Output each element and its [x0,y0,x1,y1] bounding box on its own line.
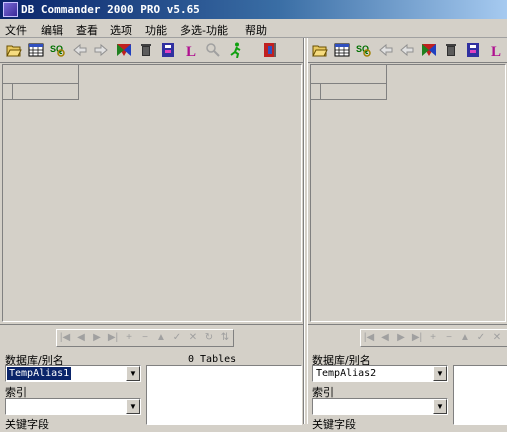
arrow-right-icon[interactable] [93,42,109,58]
nav-edit-icon[interactable]: ▲ [153,330,169,346]
nav-insert-icon[interactable]: + [425,330,441,346]
nav-last-icon[interactable]: ▶| [105,330,121,346]
left-toolbar: SQ L [0,38,303,63]
right-pane: SQ L |◀ ◀ ▶ ▶| + − ▲ ✓ ✕ 数据库/别名 TempAlias2 ▼ 索引 … [307,38,507,431]
svg-text:L: L [186,44,196,58]
table-grid-icon[interactable] [28,42,44,58]
nav-edit-icon[interactable]: ▲ [457,330,473,346]
arrow-left-icon[interactable] [378,42,394,58]
trash-icon[interactable] [443,42,459,58]
svg-text:L: L [491,44,501,58]
index-select[interactable]: ▼ [312,398,448,415]
nav-delete-icon[interactable]: − [441,330,457,346]
tables-list[interactable] [453,365,507,425]
nav-first-icon[interactable]: |◀ [57,330,73,346]
svg-text:SQ: SQ [356,44,369,54]
nav-cancel-icon[interactable]: ✕ [185,330,201,346]
nav-refresh-icon[interactable]: ↻ [201,330,217,346]
nav-prior-icon[interactable]: ◀ [377,330,393,346]
sql-query-icon[interactable]: SQ [50,42,66,58]
letter-l-icon[interactable]: L [488,42,504,60]
run-icon[interactable] [228,42,244,59]
key-field-label: 关键字段 [312,418,356,431]
menu-bar: 文件 编辑 查看 选项 功能 多选-功能 帮助 [0,19,507,38]
left-bottom-panel: |◀ ◀ ▶ ▶| + − ▲ ✓ ✕ ↻ ⇅ 数据库/别名 0 Tables TempAlias1… [0,324,303,431]
left-pane: SQ L |◀ ◀ ▶ ▶| + − ▲ ✓ ✕ ↻ ⇅ 数据库/别名 0 Tables TempA… [0,38,304,431]
key-field-label: 关键字段 [5,418,49,431]
db-alias-select[interactable]: TempAlias2 ▼ [312,365,448,382]
menu-functions[interactable]: 功能 [145,22,167,38]
db-alias-select[interactable]: TempAlias1 ▼ [5,365,141,382]
right-navigator: |◀ ◀ ▶ ▶| + − ▲ ✓ ✕ [360,329,507,347]
chevron-down-icon[interactable]: ▼ [126,399,140,414]
menu-multi-functions[interactable]: 多选-功能 [180,22,228,38]
nav-next-icon[interactable]: ▶ [393,330,409,346]
menu-edit[interactable]: 编辑 [41,22,63,38]
palette-icon[interactable] [116,42,132,58]
nav-delete-icon[interactable]: − [137,330,153,346]
left-data-grid[interactable] [2,64,302,322]
window-title: DB Commander 2000 PRO v5.65 [21,3,200,16]
db-alias-value: TempAlias1 [7,367,72,380]
chevron-down-icon[interactable]: ▼ [433,399,447,414]
nav-next-icon[interactable]: ▶ [89,330,105,346]
index-value [314,400,318,413]
grid-column-header[interactable] [12,65,79,84]
menu-view[interactable]: 查看 [76,22,98,38]
right-data-grid[interactable] [310,64,506,322]
grid-cell[interactable] [12,83,79,100]
chevron-down-icon[interactable]: ▼ [433,366,447,381]
tables-list[interactable] [146,365,302,425]
structure-icon[interactable] [160,42,176,58]
structure-icon[interactable] [465,42,481,58]
nav-last-icon[interactable]: ▶| [409,330,425,346]
nav-post-icon[interactable]: ✓ [169,330,185,346]
grid-cell[interactable] [320,83,387,100]
chevron-down-icon[interactable]: ▼ [126,366,140,381]
index-value [7,400,11,413]
letter-l-icon[interactable]: L [183,42,199,60]
arrow-left-alt-icon[interactable] [399,42,415,58]
nav-insert-icon[interactable]: + [121,330,137,346]
left-navigator: |◀ ◀ ▶ ▶| + − ▲ ✓ ✕ ↻ ⇅ [56,329,234,347]
nav-first-icon[interactable]: |◀ [361,330,377,346]
trash-icon[interactable] [138,42,154,58]
search-disabled-icon[interactable] [205,42,221,58]
svg-text:SQ: SQ [50,44,63,54]
grid-column-header[interactable] [320,65,387,84]
open-folder-icon[interactable] [312,42,328,58]
tables-count: 0 Tables [188,354,237,365]
menu-help[interactable]: 帮助 [245,22,267,38]
db-alias-value: TempAlias2 [316,368,377,379]
right-bottom-panel: |◀ ◀ ▶ ▶| + − ▲ ✓ ✕ 数据库/别名 TempAlias2 ▼ 索引 ▼ 关键字… [308,324,507,431]
menu-file[interactable]: 文件 [5,22,27,38]
table-grid-icon[interactable] [334,42,350,58]
sql-query-icon[interactable]: SQ [356,42,372,58]
menu-options[interactable]: 选项 [110,22,132,38]
nav-post-icon[interactable]: ✓ [473,330,489,346]
app-icon [3,2,18,17]
arrow-left-icon[interactable] [72,42,88,58]
right-toolbar: SQ L [308,38,507,63]
title-bar: DB Commander 2000 PRO v5.65 [0,0,507,19]
palette-icon[interactable] [421,42,437,58]
exit-door-icon[interactable] [262,42,278,58]
index-select[interactable]: ▼ [5,398,141,415]
nav-cancel-icon[interactable]: ✕ [489,330,505,346]
nav-sort-icon[interactable]: ⇅ [217,330,233,346]
open-folder-icon[interactable] [6,42,22,58]
nav-prior-icon[interactable]: ◀ [73,330,89,346]
